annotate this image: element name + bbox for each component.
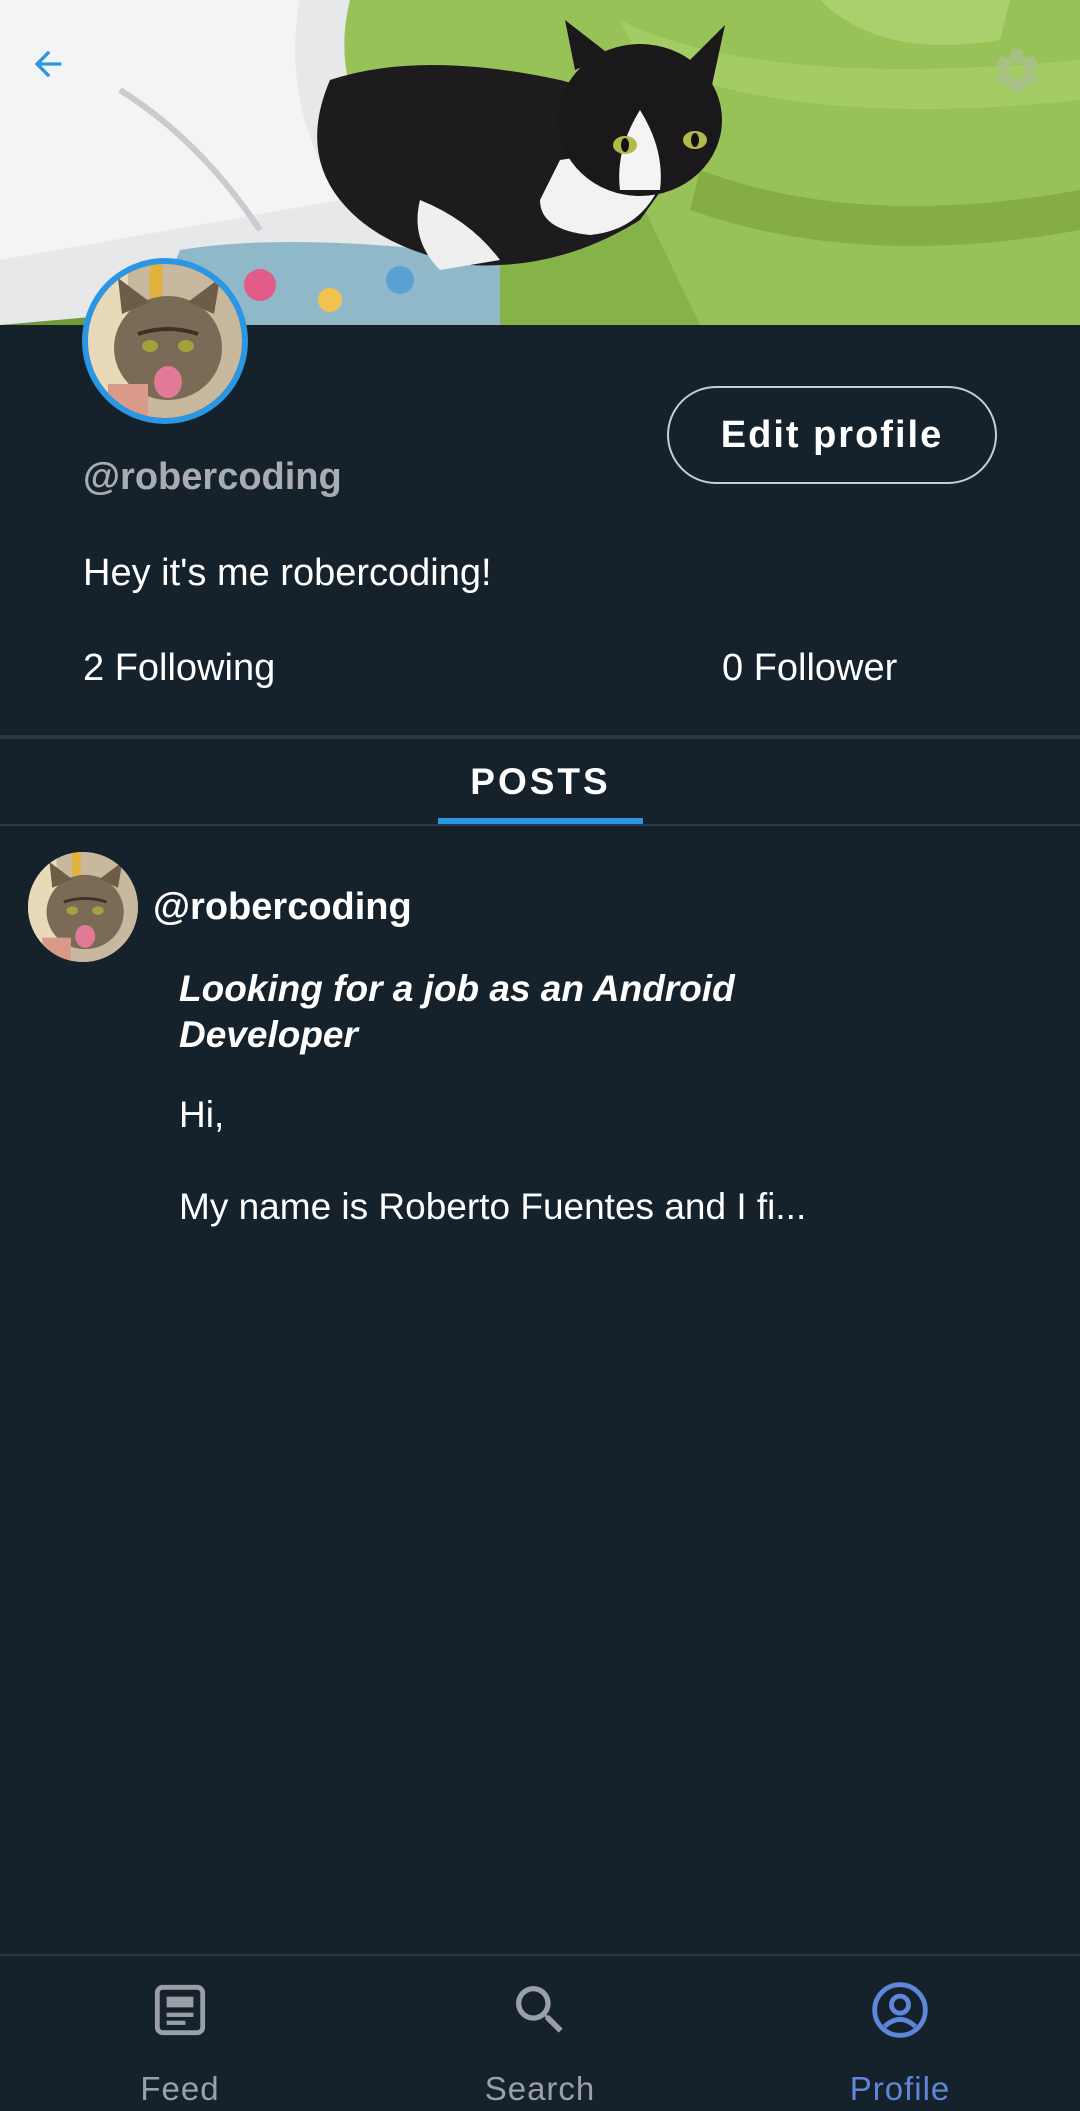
follower-count[interactable]: 0 Follower bbox=[722, 647, 897, 690]
tab-posts[interactable]: POSTS bbox=[438, 740, 643, 824]
cat-avatar-illustration bbox=[28, 852, 138, 962]
post-author-avatar[interactable] bbox=[28, 852, 138, 962]
post-author-handle[interactable]: @robercoding bbox=[153, 886, 412, 929]
following-count[interactable]: 2 Following bbox=[83, 647, 275, 690]
post-title: Looking for a job as an Android Develope… bbox=[179, 968, 735, 1055]
arrow-back-icon bbox=[34, 50, 62, 78]
gear-icon bbox=[995, 49, 1039, 93]
search-icon bbox=[516, 1986, 563, 2033]
section-divider bbox=[0, 735, 1080, 739]
nav-label-search: Search bbox=[484, 2070, 596, 2107]
tabs-divider bbox=[0, 824, 1080, 826]
edit-profile-button[interactable]: Edit profile bbox=[667, 386, 997, 484]
profile-avatar[interactable] bbox=[82, 258, 248, 424]
nav-item-profile[interactable]: Profile bbox=[720, 1956, 1080, 2111]
bottom-navigation: Feed Search Profile bbox=[0, 1954, 1080, 2111]
back-button[interactable] bbox=[28, 44, 84, 100]
nav-item-search[interactable]: Search bbox=[360, 1956, 720, 2111]
feed-icon bbox=[154, 1984, 206, 2036]
nav-label-feed: Feed bbox=[140, 2070, 220, 2107]
cat-avatar-illustration bbox=[88, 264, 242, 418]
nav-label-profile: Profile bbox=[849, 2070, 951, 2107]
profile-handle: @robercoding bbox=[83, 456, 342, 498]
account-circle-icon bbox=[872, 1982, 928, 2038]
post-body: Hi, My name is Roberto Fuentes and I fi.… bbox=[179, 1094, 807, 1227]
post-item[interactable]: @robercoding Looking for a job as an And… bbox=[0, 840, 1080, 1260]
settings-button[interactable] bbox=[990, 44, 1050, 104]
nav-item-feed[interactable]: Feed bbox=[0, 1956, 360, 2111]
profile-bio: Hey it's me robercoding! bbox=[83, 552, 492, 594]
